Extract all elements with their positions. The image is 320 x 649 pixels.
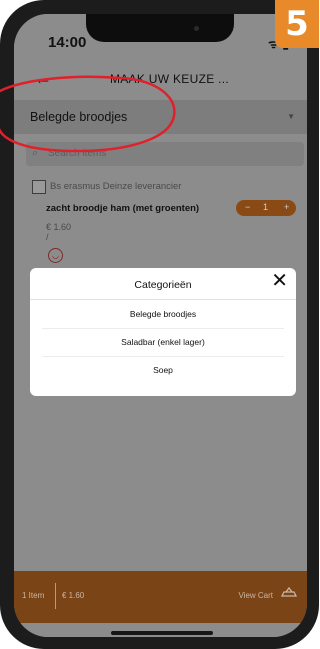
quantity-value: 1	[263, 202, 269, 212]
annotation-circle	[0, 75, 176, 153]
step-number: 5	[285, 4, 309, 44]
camera-dot	[194, 26, 199, 31]
cart-divider	[55, 583, 56, 609]
cart-tray-icon	[281, 586, 297, 597]
view-cart-button[interactable]: View Cart	[238, 591, 273, 600]
increase-button[interactable]: +	[284, 202, 289, 212]
category-option[interactable]: Saladbar (enkel lager)	[42, 328, 284, 357]
step-badge: 5	[275, 0, 319, 48]
category-option[interactable]: Belegde broodjes	[42, 300, 284, 329]
categories-modal: Categorieën ✕ Belegde broodjes Saladbar …	[30, 268, 296, 396]
close-icon[interactable]: ✕	[271, 271, 288, 291]
supplier-name: Bs erasmus Deinze leverancier	[50, 181, 182, 192]
status-time: 14:00	[48, 34, 87, 51]
cart-item-count: 1 Item	[22, 591, 45, 600]
store-icon	[32, 180, 46, 194]
item-name: zacht broodje ham (met groenten)	[46, 203, 200, 214]
chevron-down-icon: ▼	[287, 112, 295, 121]
home-indicator	[111, 631, 213, 635]
cart-total: € 1.60	[62, 591, 85, 600]
camera-notch	[86, 14, 234, 42]
cart-bar[interactable]: 1 Item € 1.60 View Cart	[14, 571, 307, 623]
quantity-stepper: − 1 +	[236, 200, 296, 216]
basket-icon[interactable]: ◡	[48, 248, 63, 263]
category-option[interactable]: Soep	[42, 356, 284, 384]
status-bar: 14:00 ᯤ ▮	[14, 14, 307, 56]
modal-title: Categorieën	[134, 279, 192, 291]
decrease-button[interactable]: −	[245, 202, 250, 212]
item-price: € 1.60	[46, 222, 72, 232]
item-note: /	[46, 232, 49, 242]
